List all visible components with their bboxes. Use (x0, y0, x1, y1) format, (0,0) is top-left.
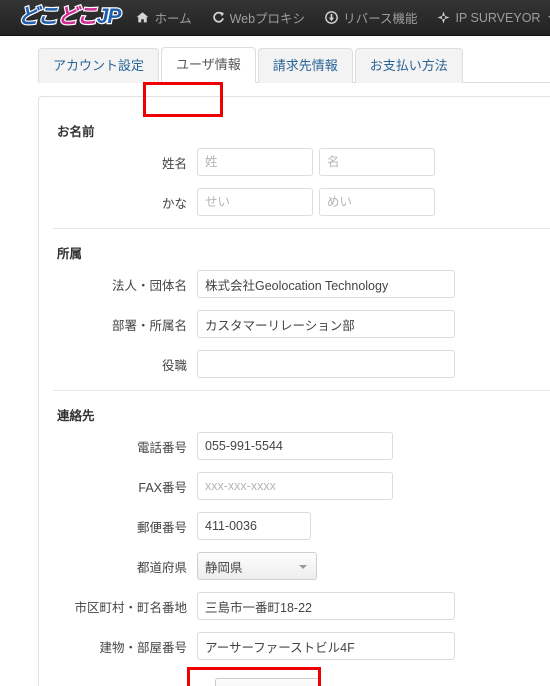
fields-fax (197, 472, 393, 500)
label-department: 部署・所属名 (111, 318, 187, 333)
user-info-form-card: お名前 姓名 かな 所属 法人・団体名 部署・所属名 (38, 96, 550, 686)
fields-position (197, 350, 455, 378)
postal-code-input[interactable] (197, 512, 311, 540)
section-title-affiliation: 所属 (57, 247, 83, 261)
form-row-company: 法人・団体名 (39, 270, 550, 298)
section-title-name: お名前 (57, 125, 95, 139)
nav-item-reverse-label: リバース機能 (343, 12, 418, 26)
section-affiliation: 所属 法人・団体名 部署・所属名 役職 (39, 239, 550, 378)
fields-building (197, 632, 455, 660)
section-name: お名前 姓名 かな (39, 117, 550, 216)
firstname-input[interactable] (319, 148, 435, 176)
navbar-items: ホーム Webプロキシ リバース機能 IP SURVEYOR (126, 0, 550, 35)
refresh-icon (212, 11, 225, 24)
phone-input[interactable] (197, 432, 393, 460)
lastname-kana-input[interactable] (197, 188, 313, 216)
city-address-input[interactable] (197, 592, 455, 620)
label-company: 法人・団体名 (111, 278, 187, 293)
position-input[interactable] (197, 350, 455, 378)
fields-city (197, 592, 455, 620)
site-logo[interactable]: どこどこJP (0, 0, 126, 35)
fields-fullname (197, 148, 435, 176)
form-row-phone: 電話番号 (39, 432, 550, 460)
fields-kana (197, 188, 435, 216)
label-fax: FAX番号 (138, 480, 187, 495)
form-row-city: 市区町村・町名番地 (39, 592, 550, 620)
submit-change-button[interactable]: 変更する (214, 678, 321, 686)
label-postal: 郵便番号 (136, 520, 187, 535)
form-row-postal: 郵便番号 (39, 512, 550, 540)
form-row-kana: かな (39, 188, 550, 216)
fields-phone (197, 432, 393, 460)
section-contact: 連絡先 電話番号 FAX番号 郵便番号 都道府県 静岡県 (39, 401, 550, 660)
form-row-position: 役職 (39, 350, 550, 378)
tab-bar-wrapper: アカウント設定 ユーザ情報 請求先情報 お支払い方法 (0, 36, 550, 117)
form-row-fullname: 姓名 (39, 148, 550, 176)
divider-2 (53, 390, 550, 391)
fields-prefecture: 静岡県 (197, 552, 317, 580)
nav-item-web-proxy[interactable]: Webプロキシ (202, 0, 315, 35)
label-fullname: 姓名 (161, 156, 187, 171)
label-building: 建物・部屋番号 (99, 640, 187, 655)
nav-item-web-proxy-label: Webプロキシ (229, 12, 306, 26)
lastname-input[interactable] (197, 148, 313, 176)
fields-department (197, 310, 455, 338)
label-city: 市区町村・町名番地 (74, 600, 187, 615)
tab-bar: アカウント設定 ユーザ情報 請求先情報 お支払い方法 (38, 45, 550, 83)
nav-item-home-label: ホーム (154, 12, 192, 26)
tab-account-settings[interactable]: アカウント設定 (38, 48, 160, 83)
fields-company (197, 270, 455, 298)
nav-item-ip-surveyor[interactable]: IP SURVEYOR (427, 0, 550, 35)
tab-user-info[interactable]: ユーザ情報 (161, 47, 256, 83)
fields-postal (197, 512, 311, 540)
nav-item-reverse[interactable]: リバース機能 (315, 0, 427, 35)
label-phone: 電話番号 (136, 440, 187, 455)
label-prefecture: 都道府県 (136, 560, 187, 575)
circle-down-icon (325, 11, 338, 24)
label-position: 役職 (161, 358, 187, 373)
top-navbar: どこどこJP ホーム Webプロキシ リバース機能 IP SURVEYOR (0, 0, 550, 36)
section-title-contact: 連絡先 (57, 409, 95, 423)
prefecture-select-value: 静岡県 (205, 560, 243, 575)
company-input[interactable] (197, 270, 455, 298)
form-row-department: 部署・所属名 (39, 310, 550, 338)
logo-part-2: どこ (56, 5, 99, 28)
form-row-fax: FAX番号 (39, 472, 550, 500)
logo-part-1: どこ (17, 5, 60, 28)
tab-payment-method[interactable]: お支払い方法 (354, 48, 463, 83)
label-kana: かな (161, 196, 187, 211)
logo-text: どこどこJP (17, 5, 123, 28)
nav-item-home[interactable]: ホーム (126, 0, 201, 35)
divider-1 (53, 228, 550, 229)
firstname-kana-input[interactable] (319, 188, 435, 216)
logo-part-3: JP (96, 5, 123, 28)
nav-item-ip-surveyor-label: IP SURVEYOR (455, 10, 541, 25)
compass-icon (437, 11, 450, 24)
chevron-down-icon (299, 565, 307, 569)
form-row-building: 建物・部屋番号 (39, 632, 550, 660)
submit-row: 変更する (39, 667, 550, 686)
form-row-prefecture: 都道府県 静岡県 (39, 552, 550, 580)
department-input[interactable] (197, 310, 455, 338)
building-room-input[interactable] (197, 632, 455, 660)
tab-billing-info[interactable]: 請求先情報 (257, 48, 353, 83)
fax-input[interactable] (197, 472, 393, 500)
home-icon (136, 11, 149, 24)
prefecture-select[interactable]: 静岡県 (197, 552, 317, 580)
